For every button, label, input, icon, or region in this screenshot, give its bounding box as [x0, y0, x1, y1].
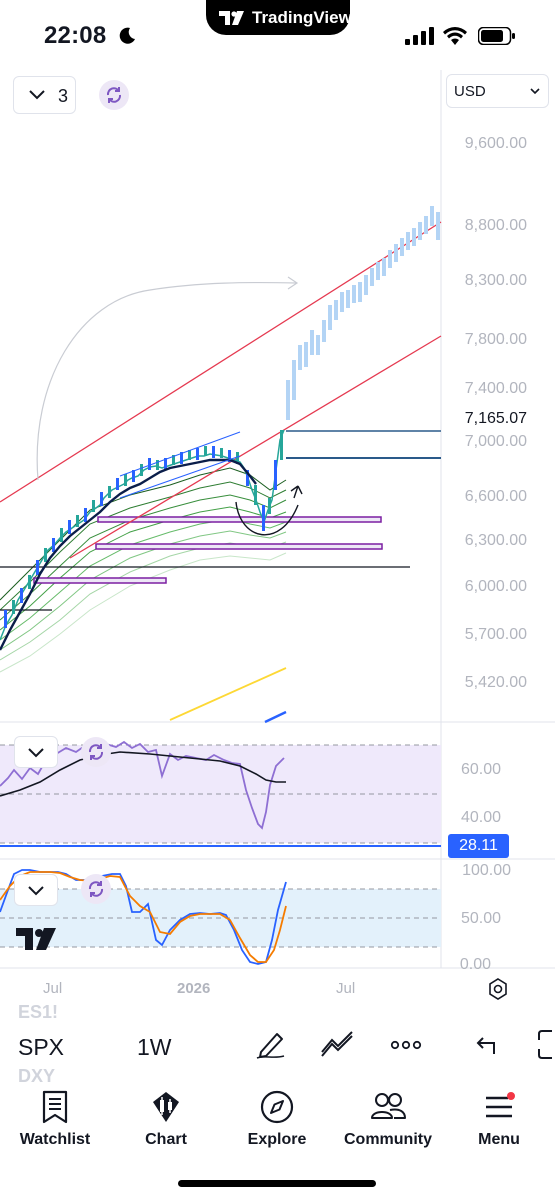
time-tick: 2026: [177, 980, 211, 997]
indicators-icon[interactable]: [320, 1028, 356, 1060]
price-tick: 8,800.00: [464, 217, 527, 234]
candle-bodies: [4, 430, 283, 628]
currency-select[interactable]: USD: [446, 74, 549, 108]
stoch-tick: 50.00: [460, 910, 501, 927]
rsi-collapse-button[interactable]: [14, 736, 58, 768]
price-tick: 5,700.00: [464, 626, 527, 643]
notification-dot: [507, 1092, 515, 1100]
nav-label: Menu: [478, 1131, 520, 1148]
chevron-down-icon: [29, 90, 45, 100]
cup-arrow: [290, 485, 303, 499]
time-tick: Jul: [43, 980, 63, 997]
home-indicator: [178, 1180, 376, 1187]
chevron-down-icon: [28, 748, 44, 758]
moon-icon: [119, 27, 135, 44]
undo-icon[interactable]: [474, 1028, 500, 1060]
rsi-value-badge: 28.11: [448, 834, 509, 858]
nav-label: Explore: [247, 1131, 307, 1148]
nav-menu[interactable]: Menu: [444, 1082, 554, 1149]
community-icon: [371, 1093, 406, 1119]
sync-icon: [88, 744, 104, 760]
sync-button[interactable]: [99, 80, 129, 110]
nav-label: Watchlist: [19, 1131, 91, 1148]
stoch-sync-button[interactable]: [81, 874, 111, 904]
stoch-tick: 100.00: [462, 862, 511, 879]
nav-watchlist[interactable]: Watchlist: [0, 1082, 110, 1149]
nav-label: Community: [344, 1131, 432, 1148]
status-bar: 22:08 TradingView: [0, 0, 555, 70]
price-tick: 5,420.00: [464, 674, 527, 691]
watchlist-icon: [42, 1090, 68, 1124]
price-tick: 7,000.00: [464, 433, 527, 450]
projection-curve: [36, 281, 297, 481]
wifi-icon: [443, 27, 467, 45]
time-tick: Jul: [336, 980, 356, 997]
price-candles: [0, 429, 285, 641]
nav-label: Chart: [145, 1131, 187, 1148]
battery-icon: [478, 27, 515, 45]
tradingview-watermark-icon: [16, 928, 56, 950]
fullscreen-icon[interactable]: [536, 1028, 555, 1060]
price-tick: 7,800.00: [464, 331, 527, 348]
projected-bars: [286, 206, 440, 420]
signal-icon: [405, 27, 434, 45]
tradingview-logo-icon: [219, 11, 244, 25]
ma-dark-line: [0, 458, 257, 651]
price-tick: 6,000.00: [464, 578, 527, 595]
chevron-down-icon: [530, 88, 540, 95]
support-zone-2: [95, 543, 383, 550]
app-pill: TradingView: [206, 0, 352, 35]
price-tick: 8,300.00: [464, 272, 527, 289]
clock: 22:08: [44, 22, 107, 49]
yellow-ma: [169, 667, 287, 721]
chevron-down-icon: [28, 886, 44, 896]
symbol-button[interactable]: SPX: [18, 1034, 64, 1061]
app-pill-label: TradingView: [252, 8, 352, 27]
price-tick: 7,400.00: [464, 380, 527, 397]
price-tick: 6,300.00: [464, 532, 527, 549]
sync-icon: [106, 87, 122, 103]
more-icon[interactable]: [390, 1028, 424, 1060]
current-price-label: 7,165.07: [464, 410, 527, 427]
rsi-sync-button[interactable]: [81, 737, 111, 767]
nav-chart[interactable]: Chart: [111, 1082, 221, 1149]
nav-community[interactable]: Community: [333, 1082, 443, 1149]
support-zone-1: [97, 516, 382, 523]
ghost-symbol: ES1!: [18, 1002, 59, 1022]
stoch-tick: 0.00: [459, 956, 491, 973]
chart-icon: [153, 1092, 179, 1122]
price-tick: 9,600.00: [464, 135, 527, 152]
legend-collapse-button[interactable]: 3: [13, 76, 76, 114]
currency-value: USD: [454, 83, 486, 100]
pen-icon[interactable]: [255, 1028, 287, 1060]
compass-icon: [260, 1090, 294, 1124]
interval-button[interactable]: 1W: [137, 1034, 172, 1061]
nav-explore[interactable]: Explore: [222, 1082, 332, 1149]
support-zone-3: [33, 577, 167, 584]
price-tick: 6,600.00: [464, 488, 527, 505]
stoch-collapse-button[interactable]: [14, 874, 58, 906]
rsi-tick: 40.00: [460, 809, 501, 826]
rsi-tick: 60.00: [460, 761, 501, 778]
sync-icon: [88, 881, 104, 897]
chart-settings-icon[interactable]: [486, 977, 510, 1001]
indicator-count: 3: [58, 86, 69, 106]
blue-ma: [264, 710, 287, 724]
